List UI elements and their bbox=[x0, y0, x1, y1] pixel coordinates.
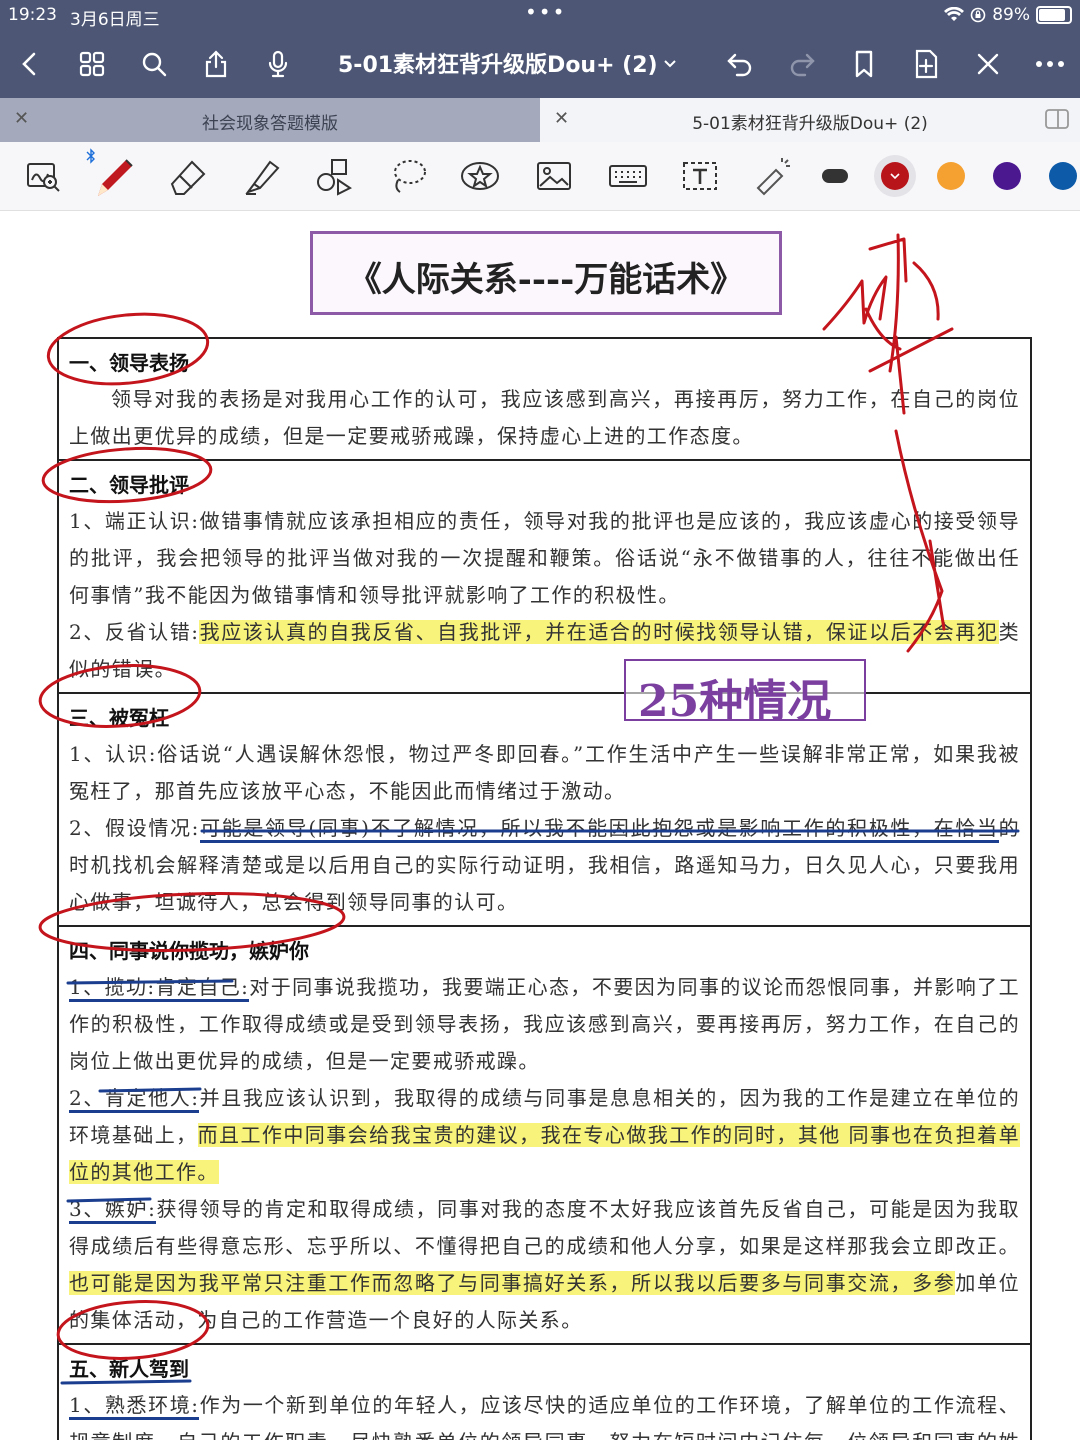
orientation-lock-icon bbox=[970, 7, 986, 23]
keyboard-icon[interactable] bbox=[604, 152, 652, 200]
read-only-zoom-icon[interactable] bbox=[18, 152, 66, 200]
split-view-icon[interactable] bbox=[1044, 108, 1070, 130]
paragraph: 1、揽功:肯定自己:对于同事说我揽功，我要端正心态，不要因为同事的议论而怨恨同事… bbox=[69, 969, 1020, 1080]
section-heading: 二、领导批评 bbox=[69, 473, 189, 497]
color-swatch-red[interactable] bbox=[881, 162, 909, 190]
section-heading: 五、新人驾到 bbox=[69, 1357, 189, 1381]
more-icon[interactable] bbox=[1026, 30, 1074, 98]
status-time: 19:23 bbox=[8, 5, 57, 25]
document-title[interactable]: 5-01素材狂背升级版Dou+ (2) bbox=[338, 47, 658, 79]
text-box-icon[interactable] bbox=[676, 152, 724, 200]
highlighted-text: 也可能是因为我平常只注重工作而忽略了与同事搞好关系，所以我以后要多与同事交流，多… bbox=[69, 1271, 956, 1295]
tab-bar: ✕ 社会现象答题模版 ✕ 5-01素材狂背升级版Dou+ (2) bbox=[0, 98, 1080, 142]
grid-icon[interactable] bbox=[68, 30, 116, 98]
handwritten-note-box: 25种情况 bbox=[624, 659, 866, 727]
doc-title-box: 《人际关系----万能话术》 bbox=[310, 231, 782, 315]
para-text: 对于同事说我揽功，我要端正心态，不要因为同事的议论而怨恨同事，并影响了 bbox=[249, 975, 999, 999]
section-heading: 四、同事说你揽功，嫉妒你 bbox=[69, 939, 309, 963]
paragraph: 1、认识:俗话说“人遇误解休怨恨，物过严冬即回春。”工作生活中产生一些误解非常正… bbox=[69, 736, 1020, 810]
para-text: 领导对我的表扬是对我用心工作的认可，我应该感到高兴，再接再厉，努力工作，在自己的… bbox=[69, 387, 1020, 448]
para-text: 2、反省认错: bbox=[69, 620, 200, 644]
multitask-dots-icon[interactable]: ••• bbox=[525, 0, 566, 24]
color-swatch-purple[interactable] bbox=[993, 162, 1021, 190]
section-5: 五、新人驾到 1、熟悉环境:作为一个新到单位的年轻人，应该尽快的适应单位的工作环… bbox=[59, 1345, 1030, 1440]
paragraph: 2、假设情况:可能是领导(同事)不了解情况，所以我不能因此抱怨或是影响工作的积极… bbox=[69, 810, 1020, 921]
underlined-text: 1、熟悉环境: bbox=[69, 1393, 200, 1420]
share-icon[interactable] bbox=[192, 30, 240, 98]
paragraph: 1、端正认识:做错事情就应该承担相应的责任，领导对我的批评也是应该的，我应该虚心… bbox=[69, 503, 1020, 614]
bookmark-icon[interactable] bbox=[840, 30, 888, 98]
sticker-icon[interactable] bbox=[456, 152, 504, 200]
tab-inactive[interactable]: ✕ 社会现象答题模版 bbox=[0, 98, 540, 142]
image-icon[interactable] bbox=[530, 152, 578, 200]
chevron-down-icon[interactable] bbox=[656, 30, 684, 98]
tab-active[interactable]: ✕ 5-01素材狂背升级版Dou+ (2) bbox=[540, 98, 1080, 142]
laser-pointer-icon[interactable] bbox=[748, 152, 796, 200]
status-date: 3月6日周三 bbox=[70, 10, 160, 30]
paragraph: 3、嫉妒:获得领导的肯定和取得成绩，同事对我的态度不太好我应该首先反省自己，可能… bbox=[69, 1191, 1020, 1339]
redo-icon[interactable] bbox=[778, 30, 826, 98]
status-bar: 19:23 3月6日周三 ••• 89% bbox=[0, 0, 1080, 30]
section-3: 三、被冤枉 1、认识:俗话说“人遇误解休怨恨，物过严冬即回春。”工作生活中产生一… bbox=[59, 694, 1030, 927]
para-text: 1、认识:俗话说“人遇误解休怨恨，物过严冬即回春。”工作生活中产生一些误解非常正… bbox=[69, 742, 1020, 803]
color-swatch-blue[interactable] bbox=[1049, 162, 1077, 190]
search-icon[interactable] bbox=[130, 30, 178, 98]
paragraph: 2、反省认错:我应该认真的自我反省、自我批评，并在适合的时候找领导认错，保证以后… bbox=[69, 614, 1020, 688]
para-text: 作为一个新到单位的年轻人，应该尽快的适应单位的工作环境，了解单位的工作流程、规章… bbox=[69, 1393, 1021, 1440]
battery-percent: 89% bbox=[992, 5, 1030, 25]
section-heading: 一、领导表扬 bbox=[69, 351, 189, 375]
underlined-text: 可能是领导(同事)不了解情况，所以我不能因此抱怨或是影响工作的积极性，在恰当 bbox=[199, 816, 999, 843]
undo-icon[interactable] bbox=[716, 30, 764, 98]
paragraph: 领导对我的表扬是对我用心工作的认可，我应该感到高兴，再接再厉，努力工作，在自己的… bbox=[69, 381, 1020, 455]
underlined-text: 1、揽功:肯定自己: bbox=[69, 975, 250, 1002]
underlined-text: 3、嫉妒: bbox=[69, 1197, 157, 1224]
section-1: 一、领导表扬 领导对我的表扬是对我用心工作的认可，我应该感到高兴，再接再厉，努力… bbox=[59, 339, 1030, 461]
lasso-icon[interactable] bbox=[384, 152, 432, 200]
section-4: 四、同事说你揽功，嫉妒你 1、揽功:肯定自己:对于同事说我揽功，我要端正心态，不… bbox=[59, 927, 1030, 1345]
para-text: 获得领导的肯定和取得成绩，同事对我的态度不太好我应该首先反省自己，可能是因为我取… bbox=[69, 1197, 1021, 1258]
doc-title: 《人际关系----万能话术》 bbox=[347, 260, 745, 300]
para-text: 1、端正认识:做错事情就应该承担相应的责任，领导对我的批评也是应该的，我应该虚心… bbox=[69, 509, 1020, 607]
bluetooth-icon bbox=[86, 148, 95, 164]
underlined-text: 2、肯定他人: bbox=[69, 1086, 200, 1113]
nav-bar: 5-01素材狂背升级版Dou+ (2) bbox=[0, 30, 1080, 98]
highlighted-text: 而且工作中同事会给我宝贵的建议，我在专心做我工作的同时，其他 同事也在负担着单位… bbox=[69, 1123, 1020, 1184]
battery-icon bbox=[1036, 6, 1072, 24]
close-pen-icon[interactable] bbox=[964, 30, 1012, 98]
content-table: 一、领导表扬 领导对我的表扬是对我用心工作的认可，我应该感到高兴，再接再厉，努力… bbox=[57, 337, 1032, 1440]
wifi-icon bbox=[944, 7, 965, 21]
tab-label: 社会现象答题模版 bbox=[202, 114, 338, 134]
paragraph: 2、肯定他人:并且我应该认识到，我取得的成绩与同事是息息相关的，因为我的工作是建… bbox=[69, 1080, 1020, 1191]
highlighted-text: 我应该认真的自我反省、自我批评，并在适合的时候找领导认错，保证以后不会再犯 bbox=[199, 620, 999, 644]
pen-toolbar bbox=[0, 142, 1080, 211]
para-text: 2、假设情况: bbox=[69, 816, 200, 840]
document-page[interactable]: 《人际关系----万能话术》 一、领导表扬 领导对我的表扬是对我用心工作的认可，… bbox=[0, 211, 1080, 1440]
handwritten-note: 25种情况 bbox=[638, 676, 832, 727]
tab-label: 5-01素材狂背升级版Dou+ (2) bbox=[692, 114, 928, 134]
pen-tip-preview-icon[interactable] bbox=[812, 152, 860, 200]
color-swatch-orange[interactable] bbox=[937, 162, 965, 190]
status-right: 89% bbox=[944, 5, 1072, 25]
back-icon[interactable] bbox=[6, 30, 54, 98]
section-2: 二、领导批评 1、端正认识:做错事情就应该承担相应的责任，领导对我的批评也是应该… bbox=[59, 461, 1030, 694]
highlighter-icon[interactable] bbox=[238, 152, 286, 200]
add-page-icon[interactable] bbox=[902, 30, 950, 98]
chevron-down-icon bbox=[890, 173, 900, 180]
pen-tool-icon[interactable] bbox=[86, 148, 140, 200]
shapes-icon[interactable] bbox=[310, 152, 358, 200]
section-heading: 三、被冤枉 bbox=[69, 706, 169, 730]
microphone-icon[interactable] bbox=[254, 30, 302, 98]
paragraph: 1、熟悉环境:作为一个新到单位的年轻人，应该尽快的适应单位的工作环境，了解单位的… bbox=[69, 1387, 1020, 1440]
eraser-icon[interactable] bbox=[164, 152, 212, 200]
